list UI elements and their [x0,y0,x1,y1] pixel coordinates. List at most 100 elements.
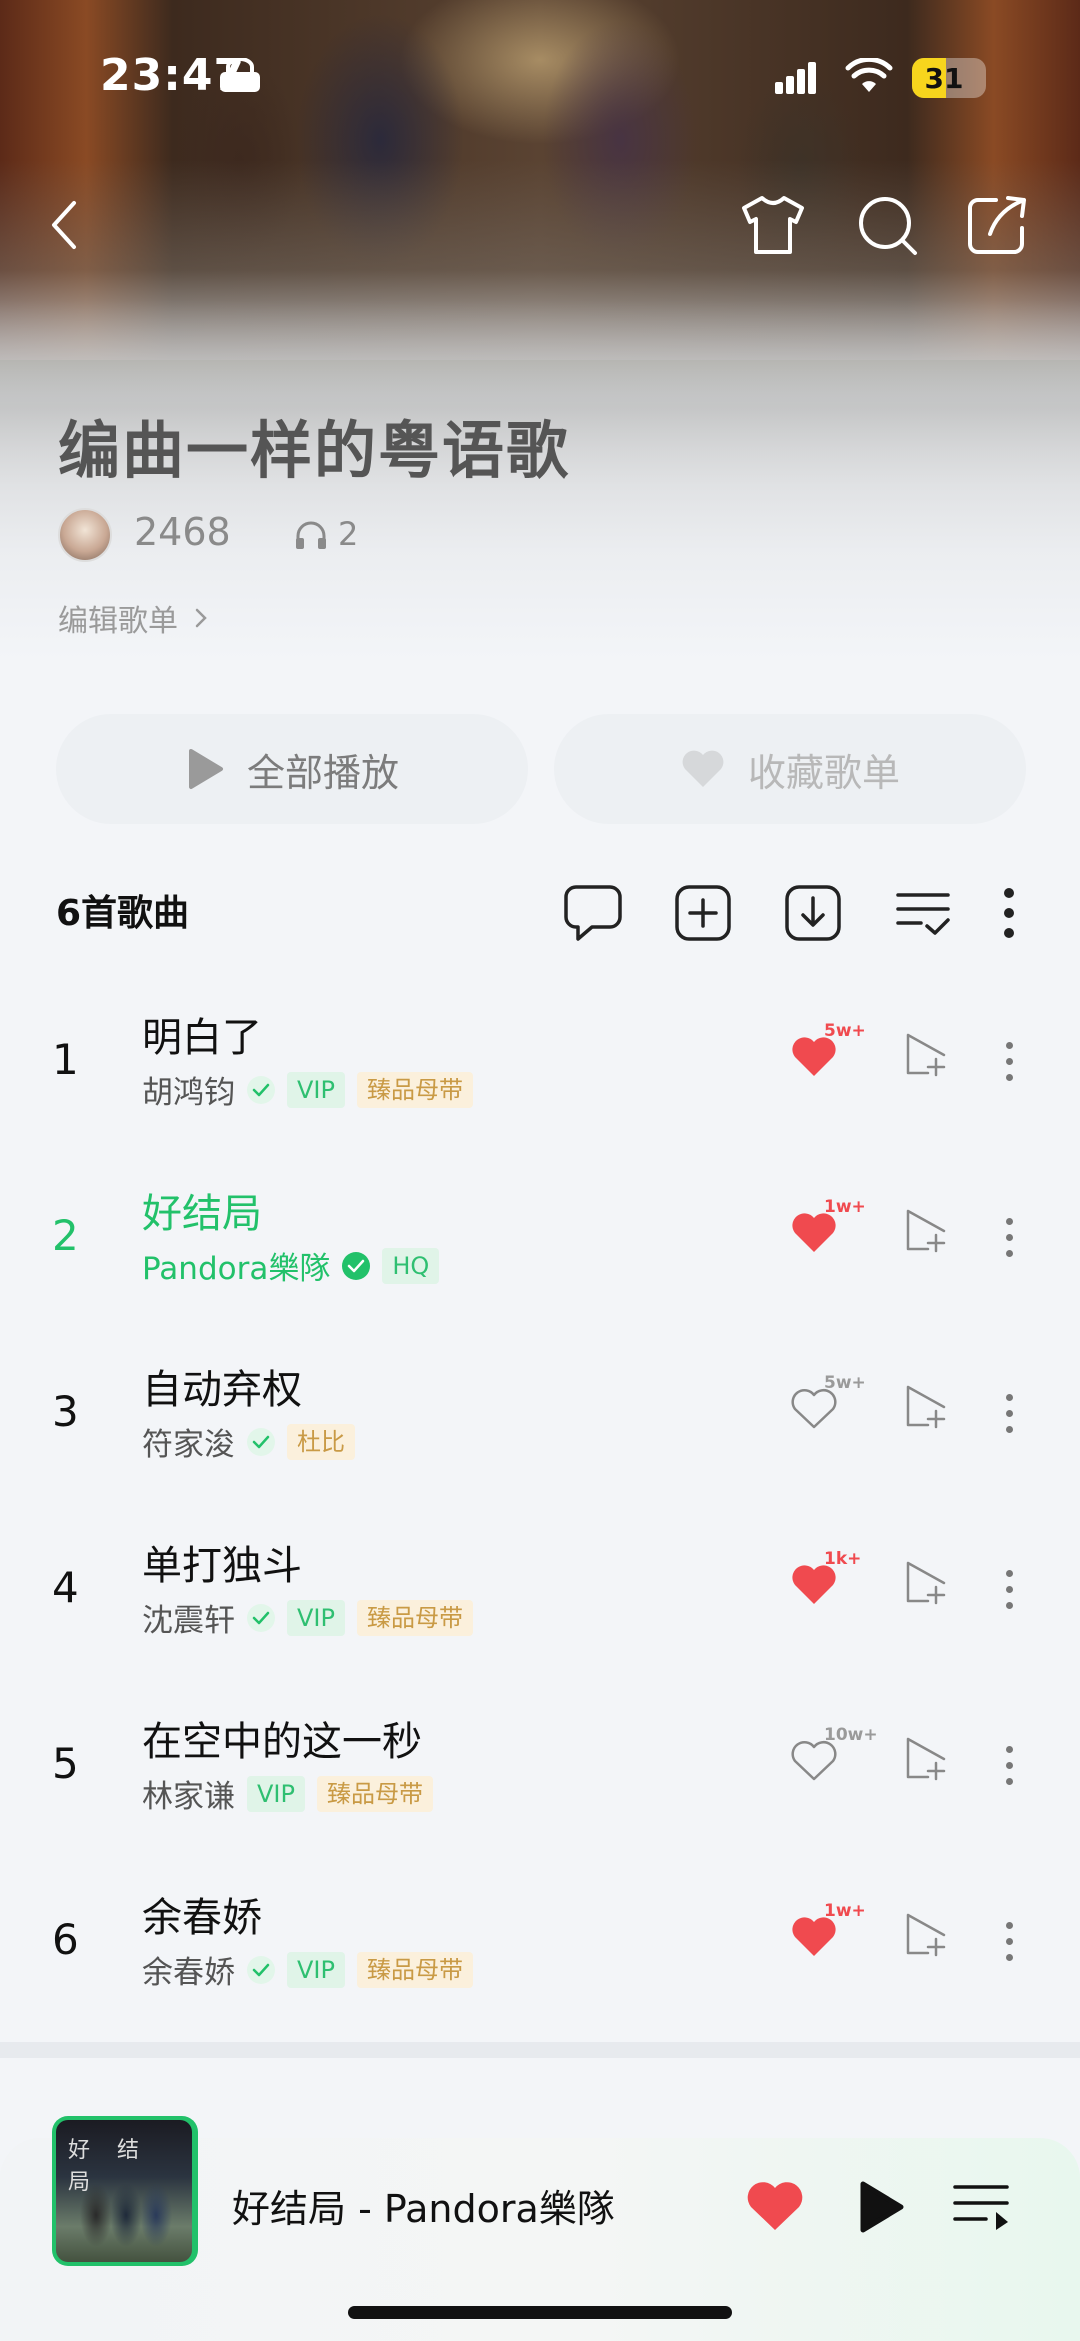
song-row[interactable]: 6 余春娇 余春娇 VIP 臻品母带 1w+ [0,1855,1080,2031]
playlist-title: 编曲一样的粤语歌 [58,414,571,487]
play-pause-button[interactable] [846,2172,916,2242]
song-meta: 符家浚 杜比 [142,1419,355,1464]
song-more-button[interactable] [994,1735,1024,1795]
add-to-queue-button[interactable] [904,1735,948,1785]
song-like-button[interactable]: 1w+ [790,1901,870,1971]
queue-button[interactable] [946,2172,1016,2242]
song-meta: Pandora樂隊 HQ [142,1243,440,1288]
song-artist[interactable]: 余春娇 [142,1947,235,1992]
song-artist[interactable]: Pandora樂隊 [142,1243,330,1288]
song-like-button[interactable]: 1w+ [790,1197,870,1267]
song-more-button[interactable] [994,1559,1024,1619]
chevron-right-icon [195,608,207,628]
comment-button[interactable] [558,878,628,948]
divider [0,2042,1080,2058]
song-like-button[interactable]: 10w+ [790,1725,878,1795]
favorite-playlist-button[interactable]: 收藏歌单 [554,714,1026,824]
like-count: 10w+ [824,1725,878,1745]
more-dot [1005,1745,1013,1753]
like-count: 1w+ [824,1197,866,1217]
now-playing-like-button[interactable] [740,2172,810,2242]
song-artist[interactable]: 林家谦 [142,1771,235,1816]
song-like-button[interactable]: 1k+ [790,1549,870,1619]
edit-playlist-link[interactable]: 编辑歌单 [58,596,208,640]
back-icon [52,201,76,249]
check-icon [252,1611,270,1624]
favorite-playlist-label: 收藏歌单 [747,750,900,795]
tshirt-icon [742,196,804,254]
home-indicator [348,2306,732,2319]
multi-select-button[interactable] [888,878,958,948]
song-meta: 沈震轩 VIP 臻品母带 [142,1595,473,1640]
multi-select-icon [896,893,950,935]
song-artist[interactable]: 符家浚 [142,1419,235,1464]
add-to-queue-button[interactable] [904,1031,948,1081]
song-meta: 胡鸿钧 VIP 臻品母带 [142,1067,473,1112]
more-dot [1005,1921,1013,1929]
song-index: 1 [52,1035,79,1084]
song-row[interactable]: 3 自动弃权 符家浚 杜比 5w+ [0,1327,1080,1503]
add-to-queue-icon [906,1033,946,1077]
battery-indicator: 31 [912,58,986,98]
song-title: 明白了 [142,1015,262,1061]
song-more-button[interactable] [994,1031,1024,1091]
add-to-queue-icon [906,1737,946,1781]
check-icon [252,1435,270,1448]
song-title: 余春娇 [142,1895,262,1941]
share-button[interactable] [962,190,1032,260]
add-to-queue-button[interactable] [904,1911,948,1961]
song-index: 2 [52,1211,79,1260]
quality-tag: 臻品母带 [316,1775,433,1812]
download-icon [785,885,841,941]
owner-avatar[interactable] [58,508,112,562]
like-count: 1k+ [824,1549,862,1569]
song-row[interactable]: 2 好结局 Pandora樂隊 HQ 1w+ [0,1151,1080,1327]
add-to-queue-icon [906,1209,946,1253]
add-to-playlist-button[interactable] [668,878,738,948]
more-dot [1005,1057,1013,1065]
listen-count-value: 2 [338,515,359,553]
song-artist[interactable]: 沈震轩 [142,1595,235,1640]
cellular-signal-icon [775,62,816,94]
download-button[interactable] [778,878,848,948]
lock-rotation-icon [220,58,260,92]
back-button[interactable] [30,190,100,260]
add-to-queue-button[interactable] [904,1559,948,1609]
heart-icon [747,2182,803,2230]
add-to-queue-icon [906,1561,946,1605]
song-artist[interactable]: 胡鸿钧 [142,1067,235,1112]
more-dot [1005,1601,1013,1609]
quality-tag: 杜比 [287,1423,355,1460]
comment-icon [564,885,622,941]
list-more-button[interactable] [974,878,1044,948]
add-to-queue-icon [906,1913,946,1957]
check-icon [252,1083,270,1096]
song-row[interactable]: 4 单打独斗 沈震轩 VIP 臻品母带 1k+ [0,1503,1080,1679]
search-button[interactable] [852,190,922,260]
theme-button[interactable] [738,190,808,260]
now-playing-title[interactable]: 好结局 - Pandora樂隊 [232,2178,615,2233]
search-icon [859,197,917,255]
song-more-button[interactable] [994,1911,1024,1971]
cover-text: 好 结 局 [68,2138,149,2195]
owner-name[interactable]: 2468 [134,510,231,554]
song-row[interactable]: 1 明白了胡鸿钧 VIP 臻品母带 5w+ [0,975,1080,1151]
share-icon [968,196,1026,254]
play-all-button[interactable]: 全部播放 [56,714,528,824]
more-dot [1005,1217,1013,1225]
play-icon [860,2181,904,2233]
add-to-queue-button[interactable] [904,1207,948,1257]
heart-icon [792,1037,836,1076]
quality-tag: VIP [247,1775,305,1812]
listen-count: 2 [294,515,358,553]
song-more-button[interactable] [994,1383,1024,1443]
song-like-button[interactable]: 5w+ [790,1373,870,1443]
song-row[interactable]: 5 在空中的这一秒 林家谦 VIP 臻品母带 10w+ [0,1679,1080,1855]
song-more-button[interactable] [994,1207,1024,1267]
add-to-queue-button[interactable] [904,1383,948,1433]
song-like-button[interactable]: 5w+ [790,1021,870,1091]
song-title: 自动弃权 [142,1367,302,1413]
more-dot [1005,1953,1013,1961]
now-playing-cover[interactable]: 好 结 局 [56,2120,192,2262]
heart-icon [792,1565,836,1604]
